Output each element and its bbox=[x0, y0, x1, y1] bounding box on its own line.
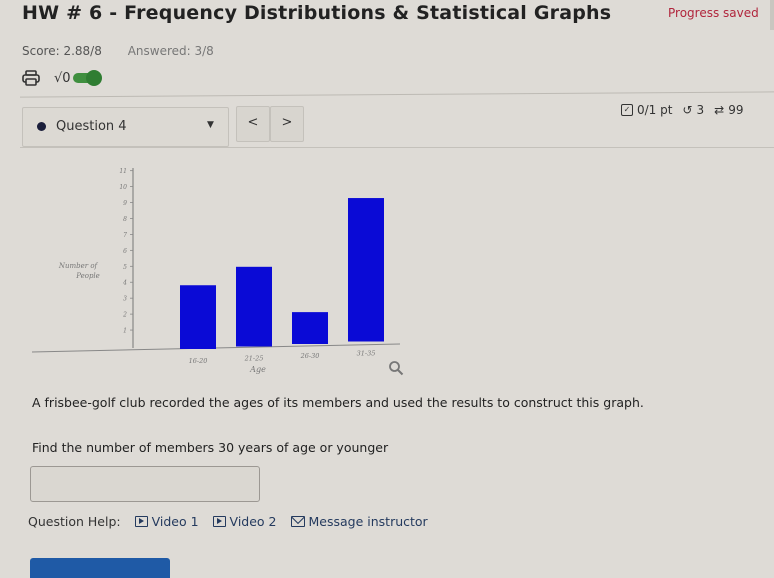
message-instructor-link[interactable]: Message instructor bbox=[290, 514, 428, 529]
answered-count: Answered: 3/8 bbox=[127, 44, 214, 58]
toggle-switch[interactable] bbox=[72, 70, 102, 86]
video-icon bbox=[134, 516, 148, 527]
answer-input[interactable] bbox=[30, 466, 260, 502]
x-axis-label: Age bbox=[249, 365, 266, 374]
x-tick-label: 31-35 bbox=[357, 350, 376, 358]
bar-16-20 bbox=[180, 285, 216, 349]
magnify-icon[interactable] bbox=[388, 360, 404, 376]
bar-31-35 bbox=[348, 198, 384, 342]
assignment-title: HW # 6 - Frequency Distributions & Stati… bbox=[22, 2, 612, 24]
y-tick-label: 7 bbox=[123, 232, 127, 239]
y-axis-label: Number of bbox=[58, 262, 99, 270]
submit-button[interactable] bbox=[30, 558, 170, 578]
x-tick-label: 21-25 bbox=[244, 355, 264, 363]
question-meta: ✓ 0/1 pt ↺ 3 ⇄ 99 bbox=[621, 103, 744, 117]
scrollbar[interactable] bbox=[770, 0, 774, 30]
x-tick-label: 16-20 bbox=[189, 357, 208, 365]
mail-icon bbox=[290, 516, 305, 527]
question-select[interactable]: Question 4 ▼ bbox=[22, 107, 229, 147]
video-icon bbox=[212, 516, 226, 527]
bar-chart: 1 2 3 4 5 6 7 8 9 10 11 16-20 21-25 26-30 31-35 Number… bbox=[31, 168, 401, 374]
retries-count: 3 bbox=[696, 103, 705, 117]
question-select-label: Question 4 bbox=[56, 119, 127, 134]
question-help: Question Help: Video 1 Video 2 Message i… bbox=[28, 514, 436, 529]
divider bbox=[20, 147, 774, 148]
problem-statement: A frisbee-golf club recorded the ages of… bbox=[32, 395, 644, 410]
attempts-count: 99 bbox=[728, 103, 744, 117]
y-tick-label: 9 bbox=[123, 200, 127, 207]
y-tick-label: 3 bbox=[123, 296, 127, 303]
y-axis-label: People bbox=[75, 272, 100, 280]
points: 0/1 pt bbox=[637, 103, 673, 117]
printer-icon[interactable] bbox=[22, 70, 40, 86]
attempts-icon: ⇄ bbox=[714, 103, 725, 117]
next-question-button[interactable]: > bbox=[270, 106, 304, 142]
bar-21-25 bbox=[236, 266, 272, 347]
x-tick-label: 26-30 bbox=[300, 352, 320, 360]
message-instructor-label: Message instructor bbox=[308, 514, 428, 529]
checkbox-icon: ✓ bbox=[621, 104, 633, 116]
score-row: Score: 2.88/8 Answered: 3/8 bbox=[22, 44, 236, 58]
y-tick-label: 11 bbox=[119, 168, 127, 175]
y-tick-label: 6 bbox=[123, 248, 127, 255]
video-2-link[interactable]: Video 2 bbox=[212, 514, 277, 529]
score: Score: 2.88/8 bbox=[22, 44, 102, 58]
previous-question-button[interactable]: < bbox=[236, 106, 270, 142]
bar-26-30 bbox=[292, 312, 328, 344]
question-status-dot bbox=[37, 122, 46, 131]
toolbar: √0 bbox=[22, 70, 102, 86]
question-help-label: Question Help: bbox=[28, 514, 121, 529]
video-2-label: Video 2 bbox=[229, 514, 277, 529]
video-1-link[interactable]: Video 1 bbox=[134, 514, 199, 529]
progress-status: Progress saved bbox=[668, 6, 759, 20]
video-1-label: Video 1 bbox=[151, 514, 199, 529]
math-keyboard-toggle[interactable]: √0 bbox=[54, 70, 102, 86]
y-tick-label: 1 bbox=[123, 328, 127, 335]
sqrt-icon: √0 bbox=[54, 70, 71, 86]
question-prompt: Find the number of members 30 years of a… bbox=[32, 440, 389, 455]
y-tick-label: 2 bbox=[122, 312, 127, 319]
y-tick-label: 10 bbox=[119, 184, 127, 191]
caret-down-icon: ▼ bbox=[207, 120, 214, 130]
y-tick-label: 8 bbox=[123, 216, 127, 223]
y-tick-label: 5 bbox=[123, 264, 127, 271]
divider bbox=[20, 91, 774, 98]
retry-icon: ↺ bbox=[682, 103, 693, 117]
y-tick-label: 4 bbox=[122, 280, 127, 287]
